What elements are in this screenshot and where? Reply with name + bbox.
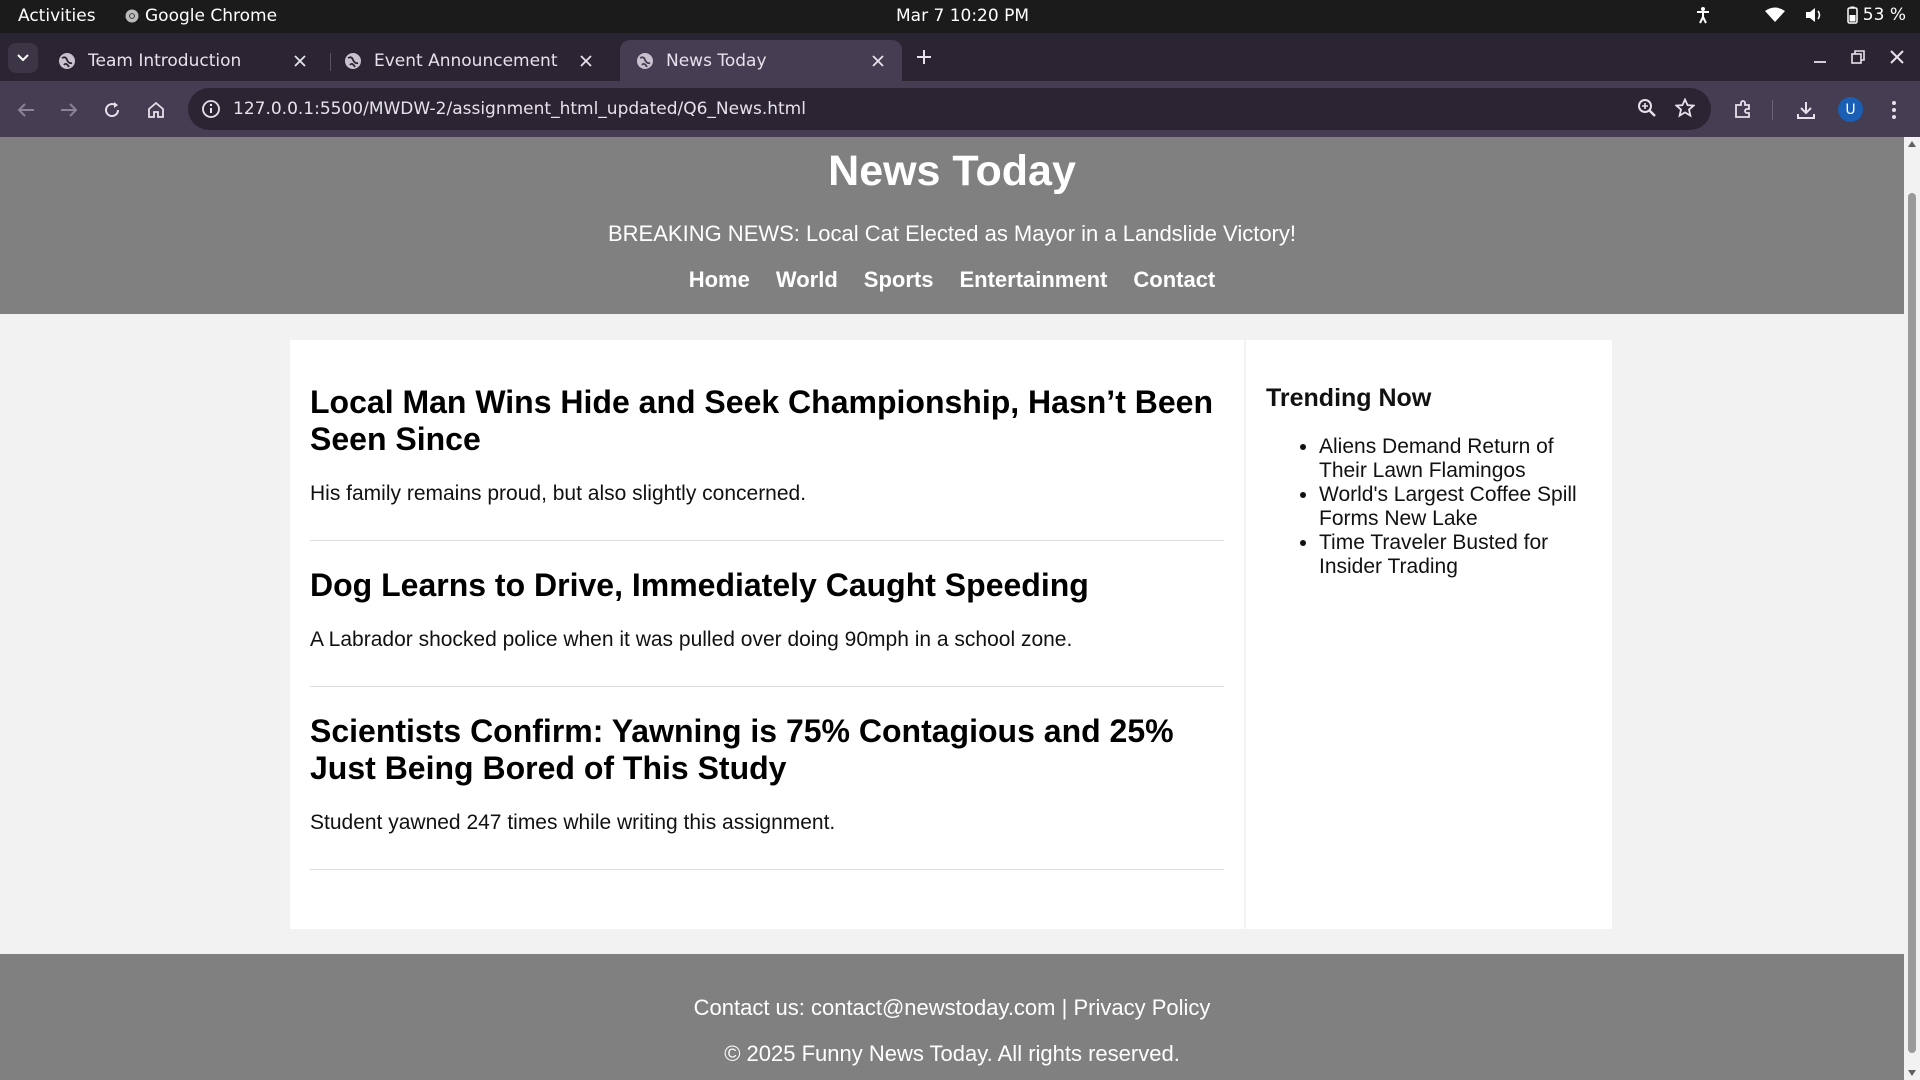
site-footer: Contact us: contact@newstoday.com | Priv… [0, 954, 1904, 1080]
article-headline: Dog Learns to Drive, Immediately Caught … [310, 567, 1089, 603]
globe-icon [58, 52, 76, 70]
kebab-menu-icon [1892, 101, 1896, 119]
scroll-down-arrow[interactable] [1908, 1070, 1916, 1076]
browser-toolbar: 127.0.0.1:5500/MWDW-2/assignment_html_up… [0, 81, 1920, 137]
chrome-menu-button[interactable] [1881, 97, 1907, 123]
new-tab-button[interactable] [912, 45, 936, 69]
tab-title: News Today [666, 50, 767, 71]
reload-icon [105, 102, 120, 118]
home-icon [148, 101, 164, 118]
footer-contact: Contact us: contact@newstoday.com | Priv… [0, 995, 1904, 1021]
zoom-icon[interactable] [1637, 98, 1657, 123]
article-headline: Scientists Confirm: Yawning is 75% Conta… [310, 713, 1174, 786]
contact-prefix: Contact us: [693, 995, 812, 1020]
page-viewport: News Today BREAKING NEWS: Local Cat Elec… [0, 137, 1904, 1080]
article-card: Local Man Wins Hide and Seek Championshi… [310, 360, 1224, 541]
trending-list: Aliens Demand Return of Their Lawn Flami… [1266, 435, 1592, 579]
system-tray[interactable]: 53 % [1695, 5, 1906, 25]
tab-event-announcement[interactable]: Event Announcement [328, 40, 610, 81]
back-button[interactable] [13, 97, 39, 123]
trending-item: World's Largest Coffee Spill Forms New L… [1319, 483, 1592, 531]
nav-world[interactable]: World [776, 267, 838, 293]
restore-icon [1851, 50, 1865, 64]
app-menu[interactable]: Google Chrome [125, 6, 277, 26]
copyright-text: © 2025 Funny News Today. All rights rese… [724, 1041, 1180, 1066]
scroll-up-arrow[interactable] [1908, 141, 1916, 147]
page-scrollbar[interactable] [1904, 137, 1920, 1080]
nav-home[interactable]: Home [689, 267, 750, 293]
address-bar[interactable]: 127.0.0.1:5500/MWDW-2/assignment_html_up… [188, 88, 1711, 130]
downloads-button[interactable] [1793, 97, 1819, 123]
scrollbar-thumb[interactable] [1908, 193, 1916, 1053]
article-summary: His family remains proud, but also sligh… [310, 482, 807, 505]
globe-icon [636, 52, 654, 70]
home-button[interactable] [143, 97, 169, 123]
article-card: Scientists Confirm: Yawning is 75% Conta… [310, 687, 1224, 870]
close-icon[interactable] [574, 49, 598, 73]
arrow-right-icon [61, 103, 78, 117]
footer-separator: | [1055, 995, 1074, 1020]
globe-icon [344, 52, 362, 70]
close-icon [1890, 50, 1904, 64]
activities-button[interactable]: Activities [18, 6, 96, 26]
trending-sidebar: Trending Now Aliens Demand Return of The… [1246, 340, 1612, 929]
tab-strip: Team Introduction Event Announcement New… [0, 33, 1920, 81]
forward-button[interactable] [56, 97, 82, 123]
download-icon [1797, 102, 1815, 119]
clock[interactable]: Mar 7 10:20 PM [896, 6, 1029, 26]
minimize-button[interactable] [1808, 45, 1832, 69]
tab-title: Team Introduction [88, 50, 242, 71]
articles-section: Local Man Wins Hide and Seek Championshi… [290, 340, 1244, 929]
restore-button[interactable] [1846, 45, 1870, 69]
battery-percent: 53 % [1862, 5, 1906, 25]
puzzle-icon [1735, 100, 1750, 118]
minimize-icon [1814, 61, 1826, 63]
reload-button[interactable] [99, 97, 125, 123]
main-nav: Home World Sports Entertainment Contact [0, 267, 1904, 293]
arrow-left-icon [17, 103, 34, 117]
chevron-down-icon [17, 54, 29, 62]
email-link[interactable]: contact@newstoday.com [811, 995, 1055, 1020]
site-title: News Today [828, 147, 1076, 195]
site-info-icon[interactable] [200, 98, 222, 120]
nav-entertainment[interactable]: Entertainment [959, 267, 1107, 293]
breaking-news-banner: BREAKING NEWS: Local Cat Elected as Mayo… [608, 221, 1296, 246]
tab-search-button[interactable] [8, 43, 38, 73]
close-icon[interactable] [866, 49, 890, 73]
article-headline: Local Man Wins Hide and Seek Championshi… [310, 384, 1213, 457]
article-summary: A Labrador shocked police when it was pu… [310, 628, 1073, 651]
url-text[interactable]: 127.0.0.1:5500/MWDW-2/assignment_html_up… [233, 99, 806, 119]
profile-avatar[interactable]: U [1838, 97, 1863, 122]
bookmark-star-icon[interactable] [1674, 97, 1696, 123]
site-header: News Today BREAKING NEWS: Local Cat Elec… [0, 137, 1904, 314]
article-card: Dog Learns to Drive, Immediately Caught … [310, 541, 1224, 687]
privacy-policy-link[interactable]: Privacy Policy [1073, 995, 1210, 1020]
volume-icon[interactable] [1805, 7, 1825, 23]
chrome-icon [125, 9, 139, 23]
tab-title: Event Announcement [374, 50, 558, 71]
close-icon[interactable] [288, 49, 312, 73]
tab-team-introduction[interactable]: Team Introduction [42, 40, 324, 81]
article-summary: Student yawned 247 times while writing t… [310, 811, 836, 834]
app-name: Google Chrome [145, 6, 278, 26]
trending-item: Aliens Demand Return of Their Lawn Flami… [1319, 435, 1592, 483]
battery-status[interactable]: 53 % [1845, 5, 1906, 25]
system-top-bar: Activities Google Chrome Mar 7 10:20 PM … [0, 0, 1920, 33]
trending-title: Trending Now [1266, 384, 1432, 412]
close-window-button[interactable] [1885, 45, 1909, 69]
accessibility-icon[interactable] [1695, 6, 1711, 24]
plus-icon [917, 50, 931, 64]
trending-item: Time Traveler Busted for Insider Trading [1319, 531, 1592, 579]
tab-news-today[interactable]: News Today [620, 40, 902, 81]
extensions-button[interactable] [1730, 97, 1756, 123]
nav-sports[interactable]: Sports [864, 267, 934, 293]
battery-icon [1847, 6, 1858, 24]
content-container: Local Man Wins Hide and Seek Championshi… [290, 340, 1612, 929]
toolbar-divider [1772, 100, 1773, 120]
wifi-icon[interactable] [1764, 7, 1785, 23]
nav-contact[interactable]: Contact [1133, 267, 1215, 293]
